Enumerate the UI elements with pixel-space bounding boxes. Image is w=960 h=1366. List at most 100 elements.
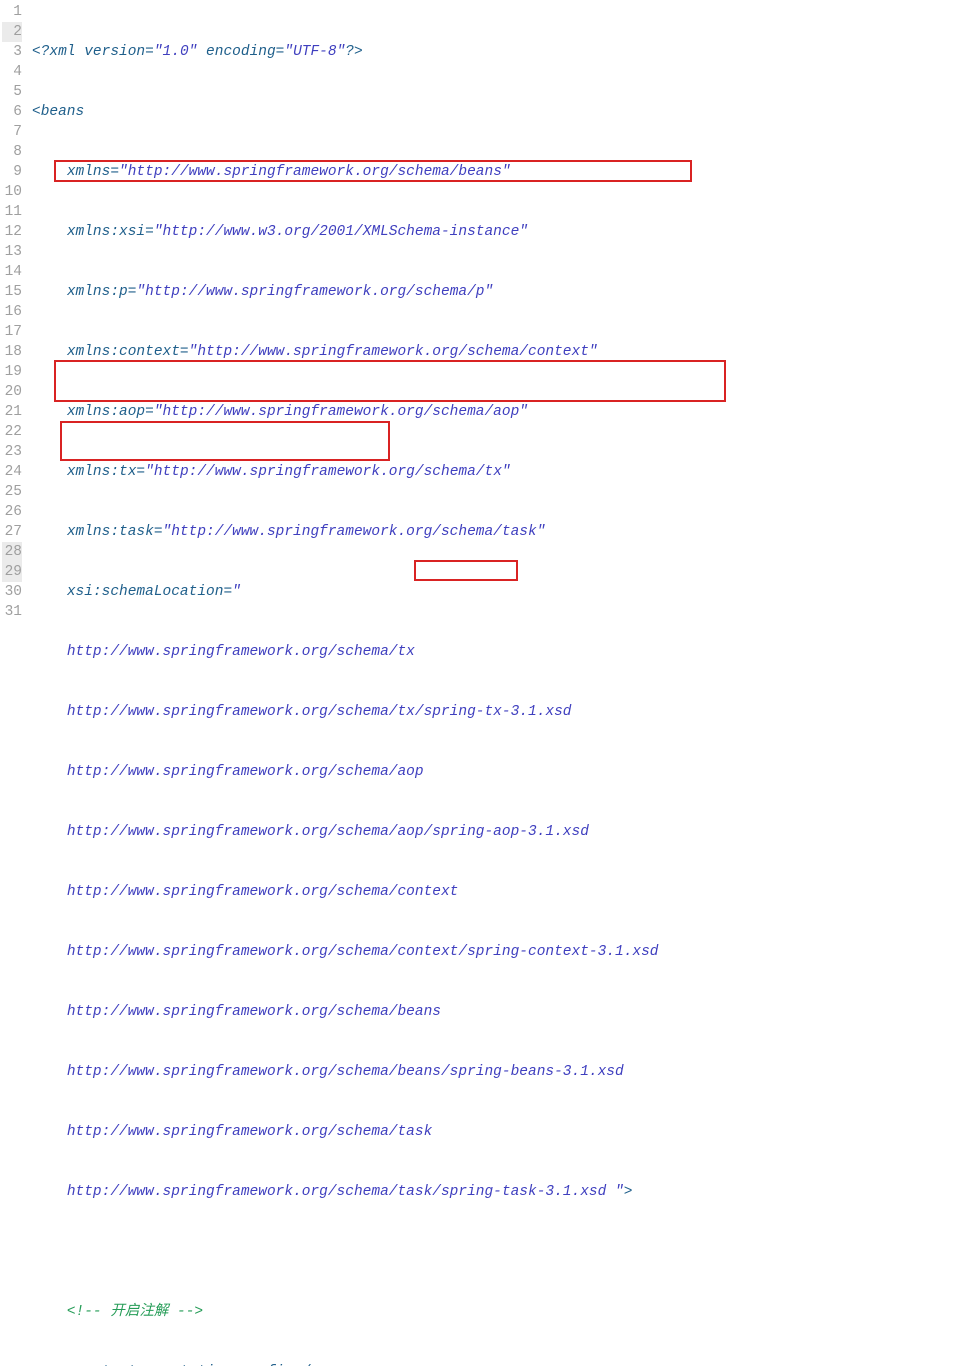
code-line: http://www.springframework.org/schema/be… xyxy=(32,1002,960,1022)
url: http://www.springframework.org/schema/tx xyxy=(154,464,502,480)
line-number: 1 xyxy=(2,2,22,22)
line-number: 9 xyxy=(2,162,22,182)
code-line: xmlns:p="http://www.springframework.org/… xyxy=(32,282,960,302)
attr-name: xmlns:aop= xyxy=(67,404,154,420)
line-number: 12 xyxy=(2,222,22,242)
line-number: 29 xyxy=(2,562,22,582)
line-number: 4 xyxy=(2,62,22,82)
attr-name: xsi:schemaLocation= xyxy=(67,584,232,600)
line-number: 18 xyxy=(2,342,22,362)
quote: " xyxy=(145,464,154,480)
code-line: http://www.springframework.org/schema/co… xyxy=(32,942,960,962)
url: http://www.springframework.org/schema/ao… xyxy=(163,404,520,420)
code-line: http://www.springframework.org/schema/ta… xyxy=(32,1122,960,1142)
attr-value: "UTF-8" xyxy=(284,44,345,60)
quote: " xyxy=(502,464,511,480)
url: http://www.springframework.org/schema/ao… xyxy=(67,764,424,780)
line-number: 10 xyxy=(2,182,22,202)
line-number: 5 xyxy=(2,82,22,102)
code-line: xmlns:aop= "http://www.springframework.or… xyxy=(32,402,960,422)
code-line: http://www.springframework.org/schema/ao… xyxy=(32,762,960,782)
tag-open: <beans xyxy=(32,104,84,120)
code-line: <context:annotation-config /> xyxy=(32,1362,960,1366)
line-number: 6 xyxy=(2,102,22,122)
attr-name: xmlns:tx= xyxy=(67,464,145,480)
code-line: http://www.springframework.org/schema/tx… xyxy=(32,702,960,722)
line-number: 25 xyxy=(2,482,22,502)
highlight-box xyxy=(414,560,518,581)
quote: " xyxy=(136,284,145,300)
url: http://www.springframework.org/schema/be… xyxy=(67,1004,441,1020)
quote: " xyxy=(537,524,546,540)
line-number: 20 xyxy=(2,382,22,402)
line-number: 30 xyxy=(2,582,22,602)
quote: " xyxy=(119,164,128,180)
url: http://www.springframework.org/schema/co… xyxy=(67,884,459,900)
url: http://www.springframework.org/schema/ta… xyxy=(171,524,536,540)
url: http://www.springframework.org/schema/co… xyxy=(197,344,589,360)
line-number: 19 xyxy=(2,362,22,382)
tag: <context:annotation-config /> xyxy=(67,1364,319,1366)
url: http://www.springframework.org/schema/ta… xyxy=(67,1124,432,1140)
line-number: 17 xyxy=(2,322,22,342)
quote: " xyxy=(589,344,598,360)
attr-name: xmlns:xsi= xyxy=(67,224,154,240)
quote: " xyxy=(485,284,494,300)
line-number: 21 xyxy=(2,402,22,422)
code-line: xsi:schemaLocation=" xyxy=(32,582,960,602)
quote: " xyxy=(232,584,241,600)
code-line: <beans xyxy=(32,102,960,122)
code-line: http://www.springframework.org/schema/tx xyxy=(32,642,960,662)
line-number: 14 xyxy=(2,262,22,282)
line-number: 23 xyxy=(2,442,22,462)
code-line: <?xml version="1.0" encoding="UTF-8"?> xyxy=(32,42,960,62)
quote: " xyxy=(163,524,172,540)
xml-decl-end: ?> xyxy=(345,44,362,60)
line-number: 8 xyxy=(2,142,22,162)
url: http://www.springframework.org/schema/tx xyxy=(67,644,415,660)
code-line-blank xyxy=(32,1242,960,1262)
code-line: xmlns:xsi="http://www.w3.org/2001/XMLSch… xyxy=(32,222,960,242)
comment: <!-- 开启注解 --> xyxy=(67,1304,203,1320)
code-line: xmlns:task="http://www.springframework.o… xyxy=(32,522,960,542)
code-line: xmlns:context="http://www.springframewor… xyxy=(32,342,960,362)
url: http://www.springframework.org/schema/tx… xyxy=(67,704,572,720)
attr-value: "1.0" xyxy=(154,44,198,60)
line-number: 3 xyxy=(2,42,22,62)
line-number-gutter: 1 2 3 4 5 6 7 8 9 10 11 12 13 14 15 16 1… xyxy=(0,0,28,1366)
line-number: 24 xyxy=(2,462,22,482)
line-number: 7 xyxy=(2,122,22,142)
code-line: xmlns:tx="http://www.springframework.org… xyxy=(32,462,960,482)
xml-decl: <?xml xyxy=(32,44,84,60)
line-number: 22 xyxy=(2,422,22,442)
url: http://www.springframework.org/schema/ta… xyxy=(67,1184,615,1200)
code-editor: 1 2 3 4 5 6 7 8 9 10 11 12 13 14 15 16 1… xyxy=(0,0,960,1366)
line-number: 11 xyxy=(2,202,22,222)
code-line: http://www.springframework.org/schema/ta… xyxy=(32,1182,960,1202)
attr-name: encoding= xyxy=(197,44,284,60)
url: http://www.springframework.org/schema/be… xyxy=(128,164,502,180)
url: http://www.springframework.org/schema/p xyxy=(145,284,484,300)
quote: " xyxy=(519,404,528,420)
code-line: http://www.springframework.org/schema/be… xyxy=(32,1062,960,1082)
quote: " xyxy=(615,1184,624,1200)
code-line: xmlns="http://www.springframework.org/sc… xyxy=(32,162,960,182)
url: http://www.springframework.org/schema/co… xyxy=(67,944,659,960)
attr-name: xmlns:task= xyxy=(67,524,163,540)
tag-close: > xyxy=(624,1184,633,1200)
line-number: 28 xyxy=(2,542,22,562)
code-line: <!-- 开启注解 --> xyxy=(32,1302,960,1322)
line-number: 26 xyxy=(2,502,22,522)
line-number: 31 xyxy=(2,602,22,622)
code-line: http://www.springframework.org/schema/co… xyxy=(32,882,960,902)
quote: " xyxy=(502,164,511,180)
code-content: <?xml version="1.0" encoding="UTF-8"?> <… xyxy=(28,0,960,1366)
attr-name: xmlns:p= xyxy=(67,284,137,300)
line-number: 2 xyxy=(2,22,22,42)
line-number: 15 xyxy=(2,282,22,302)
quote: " xyxy=(154,224,163,240)
attr-name: xmlns= xyxy=(67,164,119,180)
url: http://www.w3.org/2001/XMLSchema-instanc… xyxy=(163,224,520,240)
url: http://www.springframework.org/schema/ao… xyxy=(67,824,589,840)
line-number: 16 xyxy=(2,302,22,322)
